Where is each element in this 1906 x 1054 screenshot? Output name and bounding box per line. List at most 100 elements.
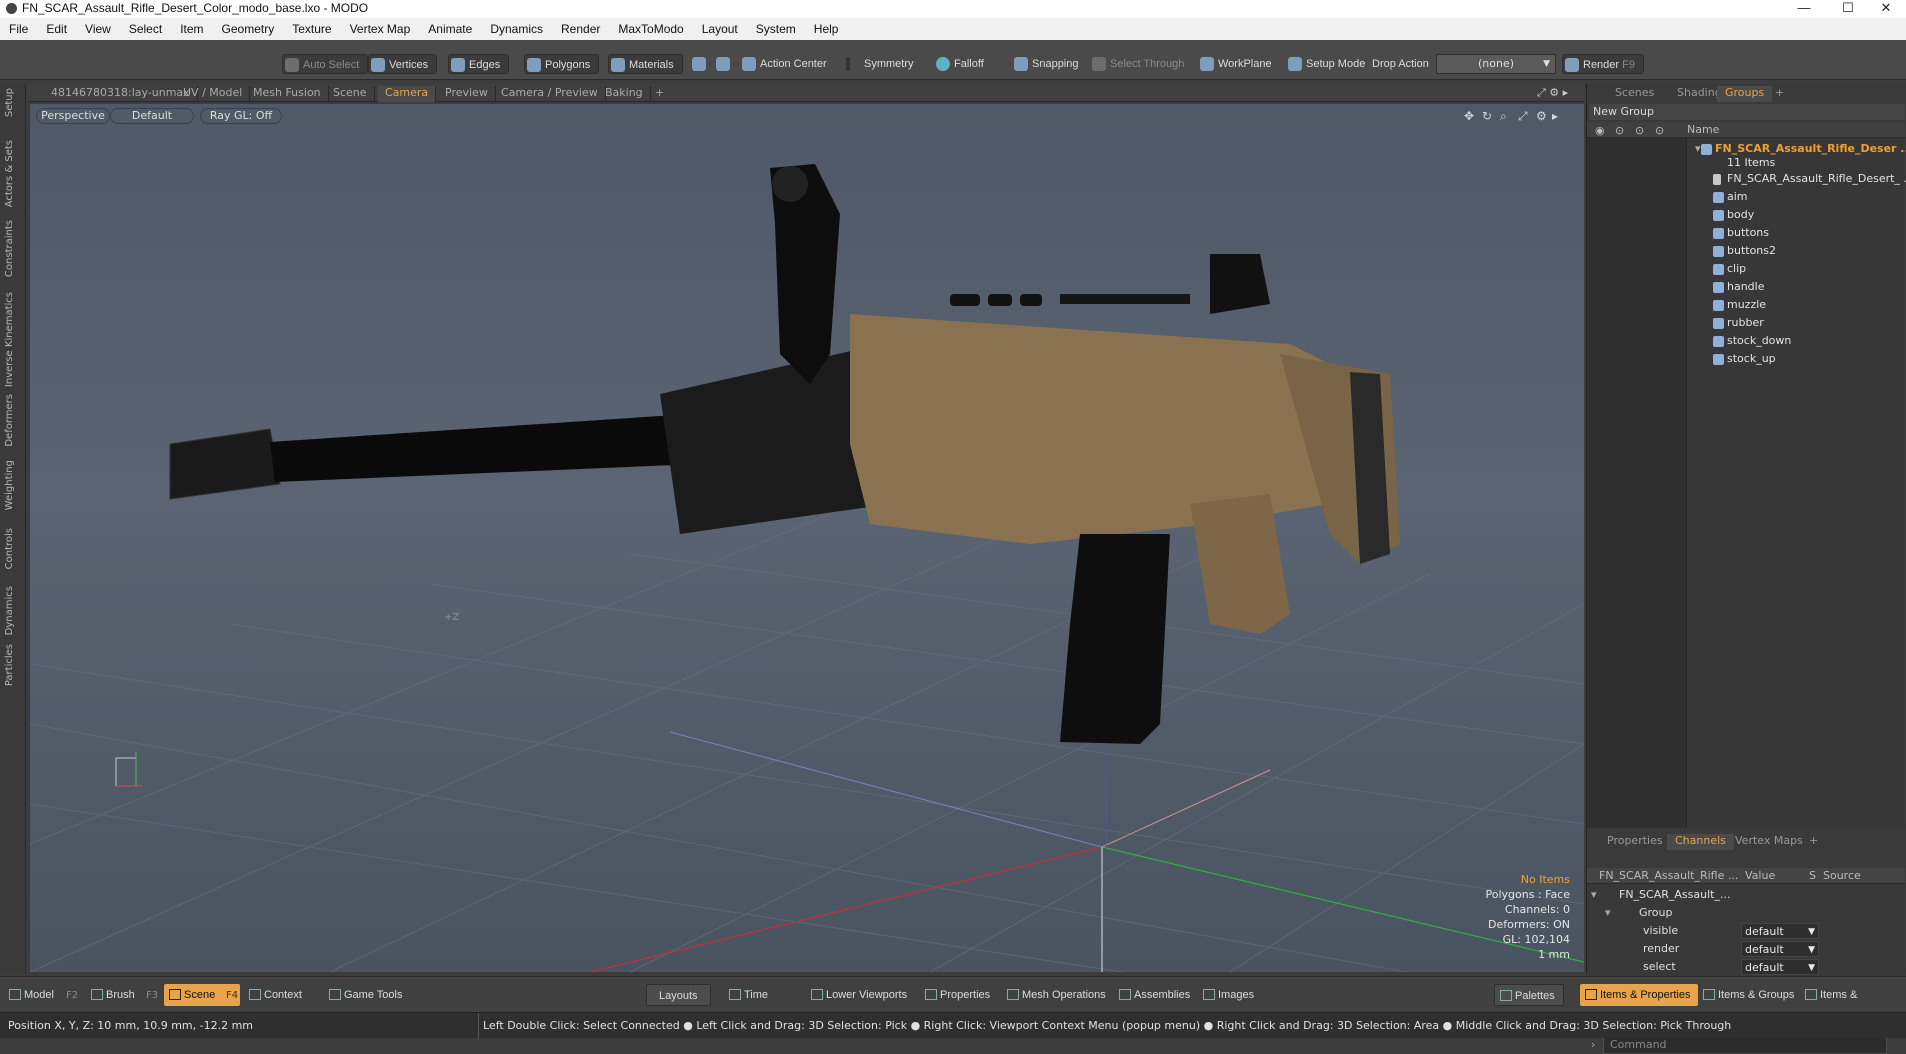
edges-button[interactable]: Edges [448,54,510,74]
menu-help[interactable]: Help [805,18,848,40]
view-mode-button[interactable]: Perspective [36,108,110,124]
tab-channels[interactable]: Channels [1667,834,1734,850]
palettes-button[interactable]: Palettes [1494,984,1564,1006]
tab-inverse-kinematics[interactable]: Inverse Kinematics [4,292,15,387]
tab-properties[interactable]: Properties [1599,834,1671,850]
symmetry-button[interactable]: Symmetry [844,54,914,74]
element-mode-icon[interactable] [714,54,730,74]
minimize-icon[interactable]: — [1784,0,1824,18]
auto-select-button[interactable]: Auto Select [282,54,369,74]
menu-select[interactable]: Select [120,18,171,40]
command-expand-icon[interactable]: › [1591,1038,1595,1051]
tab-mesh-fusion[interactable]: Mesh Fusion [246,86,329,102]
list-item[interactable]: aim [1587,188,1905,206]
tab-weighting[interactable]: Weighting [4,460,15,510]
game-tools-layout-button[interactable]: Game Tools [324,984,411,1006]
tab-actors-sets[interactable]: Actors & Sets [4,140,15,207]
zoom-icon[interactable]: ⌕ [1500,110,1512,122]
pan-icon[interactable]: ✥ [1464,110,1476,122]
expand-icon[interactable]: ▾ [1605,904,1611,922]
tab-deformers[interactable]: Deformers [4,394,15,447]
context-layout-button[interactable]: Context [244,984,310,1006]
list-item[interactable]: stock_up [1587,350,1905,368]
falloff-button[interactable]: Falloff [934,54,984,74]
menu-maxtomodo[interactable]: MaxToModo [609,18,692,40]
menu-view[interactable]: View [76,18,120,40]
tab-scene[interactable]: Scene [326,86,375,102]
menu-dynamics[interactable]: Dynamics [481,18,552,40]
add-tab-button[interactable]: + [648,86,671,102]
list-item[interactable]: buttons [1587,224,1905,242]
channel-select-value[interactable]: default ▼ [1741,959,1819,975]
time-button[interactable]: Time [724,984,776,1006]
channel-visible-value[interactable]: default ▼ [1741,923,1819,939]
select-mode-icon[interactable] [690,54,706,74]
snapping-button[interactable]: Snapping [1012,54,1079,74]
list-item[interactable]: muzzle [1587,296,1905,314]
items-groups-button[interactable]: Items & Groups [1698,984,1802,1006]
menu-item[interactable]: Item [171,18,212,40]
expand-icon[interactable]: ▾ [1591,886,1597,904]
properties-button[interactable]: Properties [920,984,998,1006]
add-properties-tab-button[interactable]: + [1801,834,1826,850]
close-icon[interactable]: ✕ [1866,0,1906,18]
chevron-right-icon[interactable]: ▸ [1552,110,1564,122]
menu-vertex-map[interactable]: Vertex Map [341,18,420,40]
viewport-options-icon[interactable]: ⤢ ⚙ ▸ [1530,86,1575,102]
menu-file[interactable]: File [0,18,37,40]
tab-groups[interactable]: Groups [1717,86,1773,102]
select-through-button[interactable]: Select Through [1090,54,1184,74]
lock-icon[interactable]: ⊙ [1615,124,1624,137]
items-properties-button[interactable]: Items & Properties [1580,984,1699,1006]
list-item[interactable]: FN_SCAR_Assault_Rifle_Desert_ ... [1587,170,1906,188]
render-button[interactable]: Render F9 [1562,54,1644,74]
shading-mode-button[interactable]: Default [110,108,194,124]
raygl-toggle[interactable]: Ray GL: Off [200,108,282,124]
tab-camera[interactable]: Camera [378,86,437,102]
channel-render-value[interactable]: default ▼ [1741,941,1819,957]
tab-preview[interactable]: Preview [438,86,496,102]
add-panel-tab-button[interactable]: + [1767,86,1792,102]
menu-render[interactable]: Render [552,18,609,40]
brush-layout-button[interactable]: Brush [86,984,143,1006]
list-item[interactable]: body [1587,206,1905,224]
polygons-button[interactable]: Polygons [524,54,600,74]
drop-action-select[interactable]: (none) ▼ [1436,54,1556,74]
menu-texture[interactable]: Texture [283,18,340,40]
tab-dynamics[interactable]: Dynamics [4,586,15,635]
tab-controls[interactable]: Controls [4,528,15,569]
setup-mode-button[interactable]: Setup Mode [1286,54,1365,74]
workplane-button[interactable]: WorkPlane [1198,54,1272,74]
mesh-operations-button[interactable]: Mesh Operations [1002,984,1114,1006]
lower-viewports-button[interactable]: Lower Viewports [806,984,915,1006]
list-item[interactable]: stock_down [1587,332,1905,350]
list-item[interactable]: rubber [1587,314,1905,332]
vertices-button[interactable]: Vertices [368,54,438,74]
3d-viewport[interactable]: Perspective Default Ray GL: Off +Z ✥ ↻ ⌕… [30,104,1584,972]
name-column-header[interactable]: Name [1687,123,1719,136]
list-item[interactable]: buttons2 [1587,242,1905,260]
tab-constraints[interactable]: Constraints [4,220,15,277]
list-item[interactable]: clip [1587,260,1905,278]
tab-camera-preview[interactable]: Camera / Preview [494,86,606,102]
menu-edit[interactable]: Edit [37,18,76,40]
layouts-button[interactable]: Layouts [646,984,711,1006]
tab-uv-model[interactable]: UV / Model [176,86,251,102]
list-item[interactable]: handle [1587,278,1905,296]
rotate-icon[interactable]: ↻ [1482,110,1494,122]
render-toggle-icon[interactable]: ⊙ [1655,124,1664,137]
maximize-icon[interactable]: ☐ [1828,0,1868,18]
tab-lay-unmax[interactable]: 48146780318:lay-unmax [44,86,198,102]
tab-particles[interactable]: Particles [4,644,15,686]
tab-baking[interactable]: Baking [598,86,651,102]
tab-vertex-maps[interactable]: Vertex Maps [1727,834,1811,850]
tab-scenes[interactable]: Scenes [1607,86,1662,102]
gear-icon[interactable]: ⚙ [1536,110,1548,122]
images-button[interactable]: Images [1198,984,1262,1006]
menu-system[interactable]: System [747,18,805,40]
materials-button[interactable]: Materials [608,54,683,74]
fit-icon[interactable]: ⤢ [1518,110,1530,122]
items-shading-button[interactable]: Items & Shading [1800,984,1906,1023]
menu-geometry[interactable]: Geometry [213,18,284,40]
eye-icon[interactable]: ◉ [1595,124,1605,137]
